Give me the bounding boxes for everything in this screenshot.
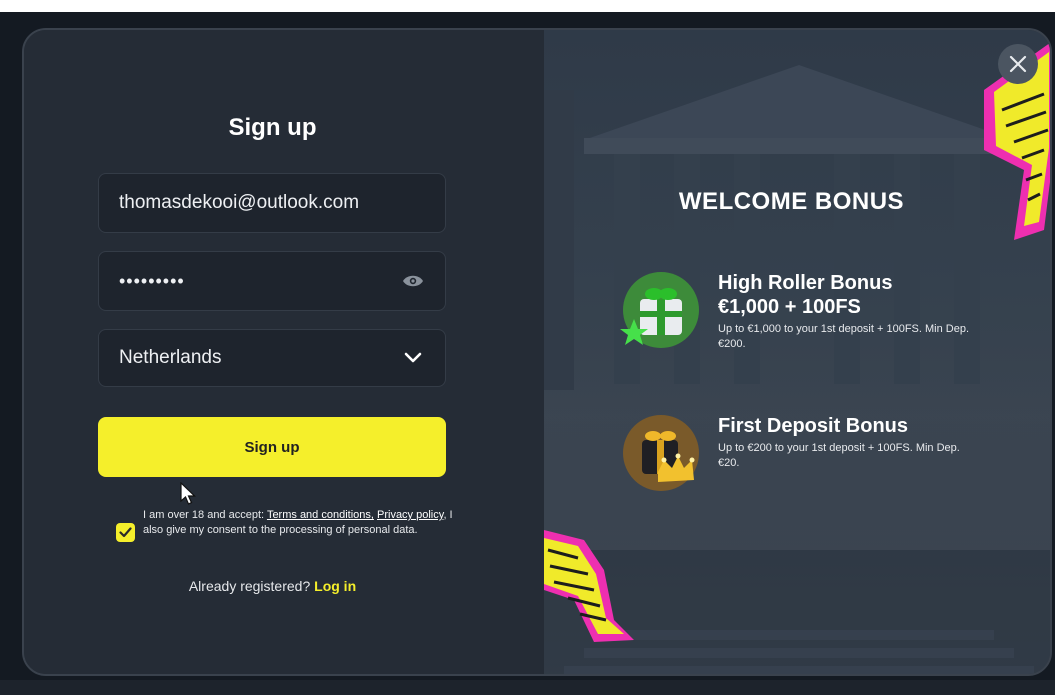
bonus-title: First Deposit Bonus <box>718 415 909 437</box>
signup-modal: Sign up thomasdekooi@outlook.com •••••••… <box>22 28 1052 676</box>
bonus-body: High Roller Bonus €1,000 + 100FS Up to €… <box>718 267 978 353</box>
bonus-description: Up to €1,000 to your 1st deposit + 100FS… <box>718 323 970 350</box>
signup-form-panel: Sign up thomasdekooi@outlook.com •••••••… <box>24 30 544 674</box>
consent-text-before: I am over 18 and accept: <box>143 509 267 521</box>
login-prompt: Already registered? <box>188 578 311 594</box>
bonus-description: Up to €200 to your 1st deposit + 100FS. … <box>718 442 960 469</box>
eye-icon[interactable] <box>401 269 425 293</box>
bonus-card-high-roller: High Roller Bonus €1,000 + 100FS Up to €… <box>618 267 1018 353</box>
email-field[interactable]: thomasdekooi@outlook.com <box>98 173 446 233</box>
password-field[interactable]: ••••••••• <box>98 251 446 311</box>
password-value: ••••••••• <box>119 270 185 291</box>
privacy-link[interactable]: Privacy policy <box>377 509 443 521</box>
login-link[interactable]: Log in <box>314 578 356 594</box>
bonus-amount: €1,000 + 100FS <box>718 296 861 318</box>
crown-gift-icon <box>623 415 699 491</box>
welcome-heading: WELCOME BONUS <box>678 188 905 215</box>
consent-checkbox[interactable] <box>116 523 135 542</box>
bonus-body: First Deposit Bonus Up to €200 to your 1… <box>718 410 978 496</box>
login-prompt-row: Already registered? Log in <box>24 578 521 594</box>
welcome-bonus-panel: WELCOME BONUS High Roller Bonus €1,000 +… <box>544 30 1050 674</box>
email-value: thomasdekooi@outlook.com <box>119 192 360 213</box>
country-value: Netherlands <box>119 347 222 368</box>
consent-text: I am over 18 and accept: Terms and condi… <box>143 508 456 542</box>
checkmark-icon <box>119 527 132 538</box>
bonus-title: High Roller Bonus <box>718 272 893 294</box>
cursor-icon <box>180 482 196 505</box>
terms-link[interactable]: Terms and conditions, <box>267 509 374 521</box>
gift-box-icon <box>620 272 699 348</box>
bonus-card-first-deposit: First Deposit Bonus Up to €200 to your 1… <box>618 410 1018 496</box>
signup-button[interactable]: Sign up <box>98 417 446 477</box>
close-button[interactable] <box>998 44 1038 84</box>
consent-row: I am over 18 and accept: Terms and condi… <box>116 508 456 542</box>
page-backdrop-bottom <box>0 680 1055 695</box>
signup-title: Sign up <box>228 114 317 141</box>
page-backdrop-top <box>0 0 1055 12</box>
chevron-down-icon <box>401 346 425 370</box>
close-icon <box>1009 55 1027 73</box>
country-select[interactable]: Netherlands <box>98 329 446 387</box>
